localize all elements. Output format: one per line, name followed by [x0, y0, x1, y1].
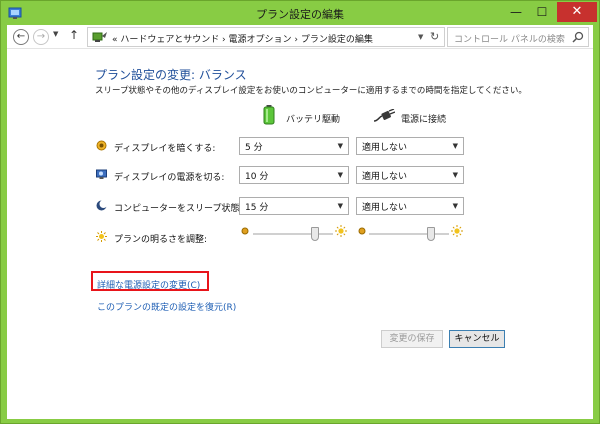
battery-icon [263, 105, 275, 125]
battery-column-label: バッテリ駆動 [286, 115, 341, 125]
dim-display-icon [96, 140, 107, 151]
restore-defaults-link[interactable]: このプランの既定の設定を復元(R) [97, 300, 236, 313]
plugged-brightness-slider[interactable] [369, 225, 449, 245]
highlight-box [91, 271, 209, 291]
window-frame: プラン設定の編集 — ☐ ✕ ← → ▼ ↑ « ハードウェアとサウンド › 電… [0, 0, 600, 424]
maximize-button[interactable]: ☐ [529, 2, 555, 22]
save-changes-button[interactable]: 変更の保存 [381, 330, 443, 348]
battery-brightness-slider[interactable] [253, 225, 333, 245]
content-pane: プラン設定の変更: バランス スリープ状態やその他のディスプレイ設定をお使いのコ… [7, 49, 593, 419]
row-label-dim-display: ディスプレイを暗くする: [114, 144, 216, 154]
slider-track [253, 233, 333, 235]
chevron-down-icon: ▼ [452, 202, 458, 210]
sleep-plugged-select[interactable]: 適用しない ▼ [356, 197, 464, 215]
brightness-low-icon [241, 227, 249, 235]
search-box[interactable]: コントロール パネルの検索 [447, 27, 589, 47]
brightness-high-icon [335, 225, 347, 237]
dim-display-plugged-select[interactable]: 適用しない ▼ [356, 137, 464, 155]
title-bar[interactable]: プラン設定の編集 — ☐ ✕ [1, 1, 599, 25]
recent-locations-chevron-down-icon[interactable]: ▼ [53, 30, 58, 38]
select-value: 10 分 [245, 172, 269, 182]
chevron-down-icon: ▼ [337, 171, 343, 179]
select-value: 適用しない [362, 203, 408, 213]
up-button[interactable]: ↑ [69, 28, 79, 42]
select-value: 5 分 [245, 143, 263, 153]
select-value: 適用しない [362, 172, 408, 182]
plugged-column-label: 電源に接続 [401, 115, 447, 125]
back-button[interactable]: ← [13, 29, 29, 45]
select-value: 15 分 [245, 203, 269, 213]
power-plug-icon [373, 109, 395, 122]
chevron-down-icon: ▼ [452, 142, 458, 150]
brightness-low-icon [358, 227, 366, 235]
sleep-battery-select[interactable]: 15 分 ▼ [239, 197, 349, 215]
close-button[interactable]: ✕ [557, 2, 597, 22]
search-icon[interactable] [572, 31, 584, 43]
minimize-button[interactable]: — [503, 2, 529, 22]
display-off-icon [96, 169, 107, 179]
navigation-bar: ← → ▼ ↑ « ハードウェアとサウンド › 電源オプション › プラン設定の… [7, 25, 593, 49]
address-path: « ハードウェアとサウンド › 電源オプション › プラン設定の編集 [112, 35, 373, 45]
slider-thumb[interactable] [310, 227, 319, 241]
row-label-brightness: プランの明るさを調整: [114, 235, 208, 245]
select-value: 適用しない [362, 143, 408, 153]
refresh-icon[interactable]: ↻ [430, 30, 439, 43]
dim-display-battery-select[interactable]: 5 分 ▼ [239, 137, 349, 155]
slider-thumb[interactable] [426, 227, 435, 241]
brightness-sun-icon [96, 231, 107, 242]
address-chevron-down-icon[interactable]: ▼ [418, 33, 423, 41]
page-title: プラン設定の変更: バランス [95, 68, 247, 82]
cancel-button[interactable]: キャンセル [449, 330, 505, 348]
chevron-down-icon: ▼ [337, 202, 343, 210]
row-label-display-off: ディスプレイの電源を切る: [114, 173, 225, 183]
page-description: スリープ状態やその他のディスプレイ設定をお使いのコンピューターに適用するまでの時… [95, 86, 527, 96]
slider-track [369, 233, 449, 235]
display-off-battery-select[interactable]: 10 分 ▼ [239, 166, 349, 184]
address-bar[interactable]: « ハードウェアとサウンド › 電源オプション › プラン設定の編集 ▼ ↻ [87, 27, 445, 47]
chevron-down-icon: ▼ [452, 171, 458, 179]
chevron-down-icon: ▼ [337, 142, 343, 150]
forward-button[interactable]: → [33, 29, 49, 45]
power-options-icon [92, 32, 107, 42]
display-off-plugged-select[interactable]: 適用しない ▼ [356, 166, 464, 184]
search-input[interactable]: コントロール パネルの検索 [454, 32, 565, 45]
sleep-moon-icon [96, 200, 107, 211]
brightness-high-icon [451, 225, 463, 237]
